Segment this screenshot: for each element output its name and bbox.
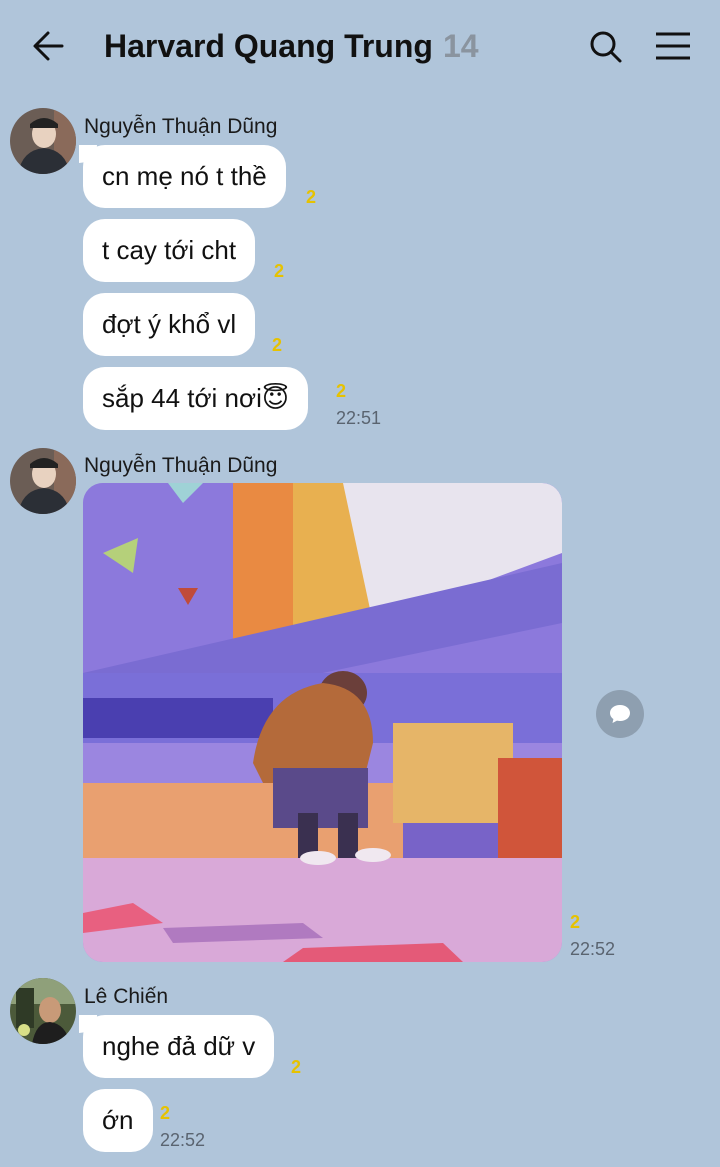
share-button[interactable]: [596, 690, 644, 738]
message-bubble[interactable]: cn mẹ nó t thề: [79, 145, 286, 208]
chat-bubble-icon: [610, 705, 630, 723]
message-bubble[interactable]: nghe đả dữ v: [78, 1015, 275, 1078]
sender-name: Nguyễn Thuận Dũng: [84, 454, 278, 477]
menu-icon[interactable]: [650, 22, 696, 70]
unread-count: 2: [336, 381, 347, 401]
avatar[interactable]: [10, 978, 76, 1044]
unread-count: 2: [570, 912, 581, 932]
group-name: Harvard Quang Trung: [104, 28, 433, 64]
unread-count: 2: [291, 1057, 302, 1077]
unread-count: 2: [160, 1103, 171, 1123]
sender-name: Lê Chiến: [84, 985, 169, 1008]
message-time: 22:52: [570, 939, 616, 959]
sender-name: Nguyễn Thuận Dũng: [84, 115, 278, 138]
message-bubble[interactable]: đợt ý khổ vl: [83, 293, 256, 356]
message-bubble[interactable]: t cay tới cht: [83, 219, 256, 282]
chat-title: Harvard Quang Trung 14: [104, 22, 479, 70]
photo-message[interactable]: [83, 483, 562, 962]
message-bubble[interactable]: sắp 44 tới nơi😇: [83, 367, 308, 430]
member-count: 14: [442, 28, 479, 64]
message-time: 22:51: [336, 408, 382, 428]
message-time: 22:52: [160, 1130, 206, 1150]
unread-count: 2: [274, 261, 285, 281]
back-arrow-icon[interactable]: [24, 22, 72, 70]
unread-count: 2: [306, 187, 317, 207]
unread-count: 2: [272, 335, 283, 355]
avatar[interactable]: [10, 448, 76, 514]
search-icon[interactable]: [584, 22, 628, 70]
avatar[interactable]: [10, 108, 76, 174]
message-bubble[interactable]: ớn: [83, 1089, 153, 1152]
